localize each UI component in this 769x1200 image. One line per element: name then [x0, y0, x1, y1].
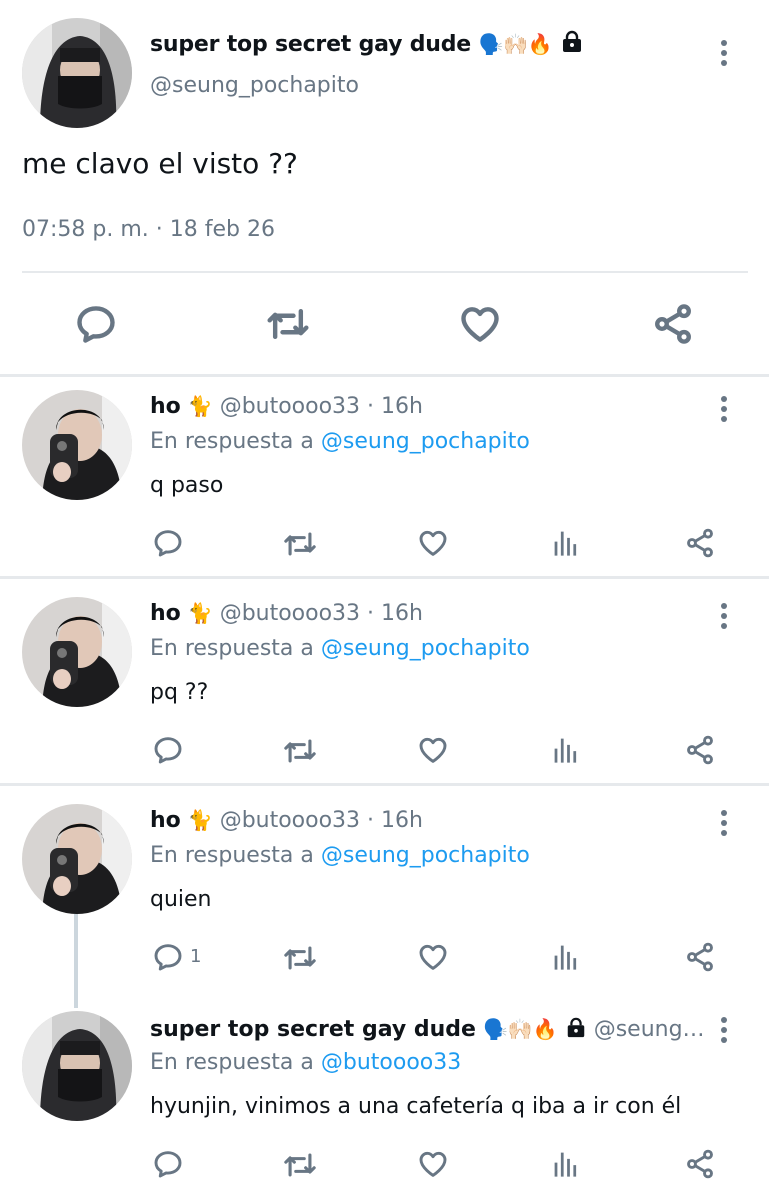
- share-icon[interactable]: [684, 1148, 716, 1180]
- retweet-icon[interactable]: [283, 527, 317, 561]
- reply-icon[interactable]: [74, 302, 118, 346]
- more-icon[interactable]: [719, 1017, 729, 1047]
- more-icon[interactable]: [719, 396, 729, 426]
- author-handle-time[interactable]: @butoooo33 · 16h: [220, 601, 423, 626]
- avatar-image: [22, 18, 132, 128]
- reply-count: 1: [190, 946, 202, 967]
- retweet-icon[interactable]: [283, 941, 317, 975]
- reply-header: ho 🐈 @butoooo33 · 16h: [150, 808, 423, 833]
- retweet-icon[interactable]: [283, 734, 317, 768]
- author-name[interactable]: super top secret gay dude 🗣️🙌🏻🔥: [150, 30, 584, 57]
- thread-line: [74, 912, 78, 1008]
- author-handle-time[interactable]: @seung…: [594, 1017, 705, 1042]
- lock-icon: [567, 1017, 584, 1038]
- reply-icon[interactable]: [152, 734, 184, 766]
- retweet-icon[interactable]: [266, 302, 310, 346]
- reply-label: En respuesta a: [150, 429, 314, 454]
- reply-context: En respuesta a @seung_pochapito: [150, 843, 530, 868]
- author-name[interactable]: ho: [150, 601, 181, 626]
- tweet-text: pq ??: [150, 680, 209, 705]
- author-name-text: super top secret gay dude: [150, 32, 471, 57]
- reply-icon[interactable]: [152, 527, 184, 559]
- tweet-text: me clavo el visto ??: [22, 147, 298, 180]
- mention-link[interactable]: @seung_pochapito: [321, 843, 530, 868]
- mention-link[interactable]: @butoooo33: [321, 1050, 461, 1075]
- stats-icon[interactable]: [551, 942, 581, 972]
- like-icon[interactable]: [417, 1148, 449, 1180]
- divider: [22, 271, 748, 273]
- name-emoji: 🗣️🙌🏻🔥: [482, 1017, 558, 1041]
- reply-context: En respuesta a @butoooo33: [150, 1050, 461, 1075]
- share-icon[interactable]: [684, 941, 716, 973]
- mention-link[interactable]: @seung_pochapito: [321, 636, 530, 661]
- reply-icon[interactable]: [152, 1148, 184, 1180]
- reply-label: En respuesta a: [150, 1050, 314, 1075]
- share-icon[interactable]: [684, 527, 716, 559]
- like-icon[interactable]: [458, 302, 502, 346]
- lock-icon: [563, 30, 582, 52]
- avatar-image: [22, 390, 132, 500]
- avatar[interactable]: [22, 804, 132, 914]
- reply-label: En respuesta a: [150, 843, 314, 868]
- avatar[interactable]: [22, 18, 132, 128]
- section-divider: [0, 783, 769, 786]
- tweet-text: hyunjin, vinimos a una cafetería q iba a…: [150, 1094, 682, 1119]
- reply-context: En respuesta a @seung_pochapito: [150, 636, 530, 661]
- section-divider: [0, 374, 769, 377]
- avatar-image: [22, 1011, 132, 1121]
- reply-header: ho 🐈 @butoooo33 · 16h: [150, 394, 423, 419]
- reply-header: super top secret gay dude 🗣️🙌🏻🔥 @seung…: [150, 1017, 705, 1042]
- author-name[interactable]: super top secret gay dude: [150, 1017, 476, 1042]
- retweet-icon[interactable]: [283, 1148, 317, 1182]
- name-emoji: 🐈: [187, 808, 213, 832]
- section-divider: [0, 576, 769, 579]
- more-icon[interactable]: [719, 603, 729, 633]
- reply-label: En respuesta a: [150, 636, 314, 661]
- tweet-text: quien: [150, 887, 212, 912]
- name-emoji: 🗣️🙌🏻🔥: [478, 32, 553, 56]
- reply-context: En respuesta a @seung_pochapito: [150, 429, 530, 454]
- like-icon[interactable]: [417, 734, 449, 766]
- tweet-timestamp: 07:58 p. m. · 18 feb 26: [22, 217, 275, 242]
- avatar[interactable]: [22, 597, 132, 707]
- like-icon[interactable]: [417, 941, 449, 973]
- avatar-image: [22, 804, 132, 914]
- name-emoji: 🐈: [187, 394, 213, 418]
- author-handle-time[interactable]: @butoooo33 · 16h: [220, 808, 423, 833]
- avatar-image: [22, 597, 132, 707]
- reply-header: ho 🐈 @butoooo33 · 16h: [150, 601, 423, 626]
- like-icon[interactable]: [417, 527, 449, 559]
- author-name[interactable]: ho: [150, 394, 181, 419]
- tweet-text: q paso: [150, 473, 224, 498]
- author-handle-time[interactable]: @butoooo33 · 16h: [220, 394, 423, 419]
- stats-icon[interactable]: [551, 1149, 581, 1179]
- avatar[interactable]: [22, 390, 132, 500]
- author-handle[interactable]: @seung_pochapito: [150, 73, 359, 98]
- author-name[interactable]: ho: [150, 808, 181, 833]
- reply-icon[interactable]: [152, 941, 184, 973]
- share-icon[interactable]: [684, 734, 716, 766]
- stats-icon[interactable]: [551, 735, 581, 765]
- name-emoji: 🐈: [187, 601, 213, 625]
- more-icon[interactable]: [719, 810, 729, 840]
- avatar[interactable]: [22, 1011, 132, 1121]
- stats-icon[interactable]: [551, 528, 581, 558]
- share-icon[interactable]: [651, 302, 695, 346]
- more-icon[interactable]: [719, 40, 729, 70]
- mention-link[interactable]: @seung_pochapito: [321, 429, 530, 454]
